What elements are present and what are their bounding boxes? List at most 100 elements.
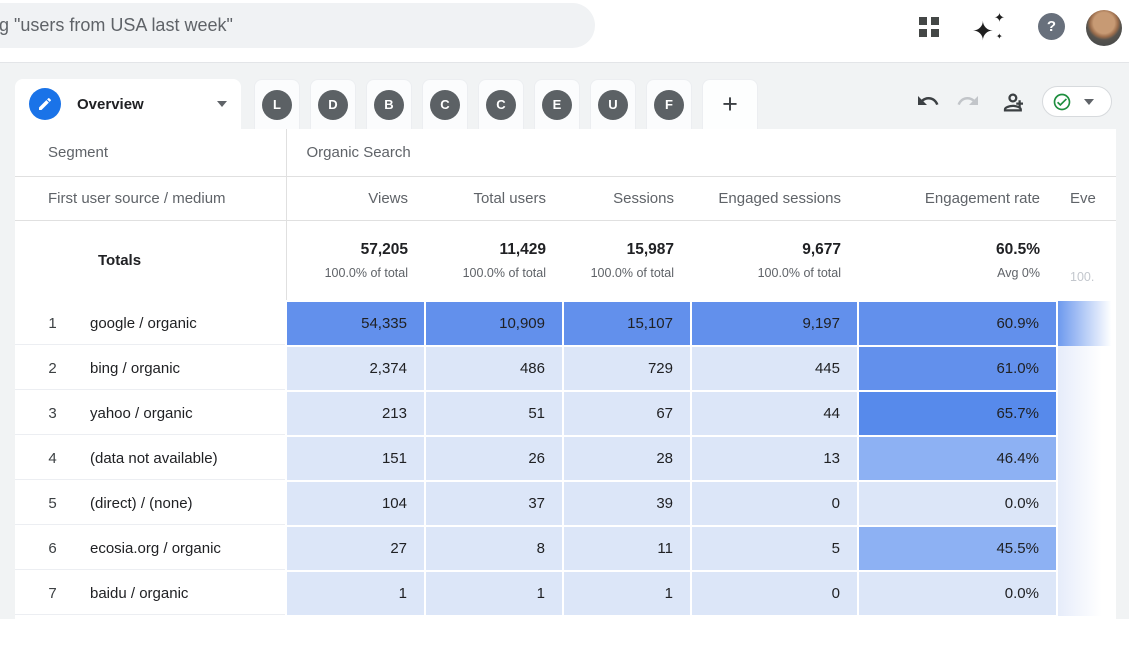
chevron-down-icon — [217, 101, 227, 107]
cell-event-count-clipped — [1057, 346, 1116, 391]
tab-letter: E — [542, 89, 572, 120]
cell-sessions: 39 — [562, 480, 692, 527]
cell-engaged-sessions: 0 — [690, 480, 859, 527]
segment-header: Segment — [15, 129, 287, 177]
cell-views: 213 — [285, 390, 426, 437]
totals-value: 11,429 — [499, 240, 546, 258]
sparkle-large: ✦ — [972, 16, 994, 46]
row-dimension: 6 ecosia.org / organic — [15, 526, 287, 572]
row-label: google / organic — [90, 314, 197, 332]
cell-event-count-clipped — [1057, 436, 1116, 481]
row-rank: 7 — [48, 585, 57, 602]
grid-square — [919, 17, 927, 25]
freeform-table: Segment Organic Search First user source… — [15, 129, 1116, 619]
col-header-engagement-rate[interactable]: Engagement rate — [858, 176, 1057, 221]
add-tab-button[interactable]: + — [702, 79, 758, 129]
tab-u[interactable]: U — [590, 79, 636, 129]
col-header-total-users[interactable]: Total users — [425, 176, 563, 221]
totals-event-count-clipped: 100. — [1057, 220, 1116, 301]
table-row: 3 yahoo / organic 213 51 67 44 65.7% — [15, 390, 1116, 437]
cell-engaged-sessions: 5 — [690, 525, 859, 572]
cell-engaged-sessions: 13 — [690, 435, 859, 482]
row-label: (data not available) — [90, 450, 218, 467]
gemini-sparkle-icon[interactable]: ✦ ✦ ✦ — [972, 10, 1008, 50]
tab-d[interactable]: D — [310, 79, 356, 129]
cell-sessions: 729 — [562, 345, 692, 392]
row-dimension: 3 yahoo / organic — [15, 391, 287, 437]
tab-c1[interactable]: C — [422, 79, 468, 129]
grid-square — [931, 29, 939, 37]
col-header-event-count-clipped[interactable]: Eve — [1057, 176, 1116, 221]
totals-label: Totals — [15, 220, 287, 301]
cell-sessions: 15,107 — [562, 300, 692, 347]
cell-views: 2,374 — [285, 345, 426, 392]
totals-engaged-sessions: 9,677 100.0% of total — [691, 220, 858, 301]
dimension-header[interactable]: First user source / medium — [15, 176, 287, 221]
tab-e[interactable]: E — [534, 79, 580, 129]
search-input[interactable]: g "users from USA last week" — [0, 3, 595, 48]
segment-row: Segment Organic Search — [15, 129, 1116, 177]
top-app-bar: g "users from USA last week" ✦ ✦ ✦ ? — [0, 0, 1129, 62]
column-header-row: First user source / medium Views Total u… — [15, 176, 1116, 221]
tab-l[interactable]: L — [254, 79, 300, 129]
totals-subtext: 100.0% of total — [324, 265, 408, 280]
totals-subtext: Avg 0% — [997, 265, 1040, 280]
cell-engaged-sessions: 9,197 — [690, 300, 859, 347]
sparkle-small: ✦ — [994, 10, 1005, 25]
undo-button[interactable] — [916, 89, 940, 113]
row-dimension: 1 google / organic — [15, 301, 287, 347]
col-header-views[interactable]: Views — [286, 176, 425, 221]
totals-value: 15,987 — [626, 240, 674, 258]
totals-value: 57,205 — [360, 240, 408, 258]
row-dimension: 7 baidu / organic — [15, 571, 287, 617]
cell-event-count-clipped — [1057, 481, 1116, 526]
totals-value: 9,677 — [802, 240, 841, 258]
totals-subtext: 100.0% of total — [590, 265, 674, 280]
tab-letter: L — [262, 89, 292, 120]
row-rank: 1 — [48, 314, 57, 332]
edit-pencil-icon — [29, 88, 61, 120]
cell-event-count-clipped — [1057, 526, 1116, 571]
tab-b[interactable]: B — [366, 79, 412, 129]
tab-f[interactable]: F — [646, 79, 692, 129]
active-tab-label: Overview — [77, 95, 144, 113]
cell-total-users: 26 — [424, 435, 564, 482]
search-query-text: g "users from USA last week" — [0, 15, 233, 35]
segment-value[interactable]: Organic Search — [286, 129, 1116, 177]
row-label: (direct) / (none) — [90, 495, 193, 512]
tab-c2[interactable]: C — [478, 79, 524, 129]
cell-event-count-clipped — [1057, 391, 1116, 436]
share-add-person-button[interactable] — [996, 89, 1024, 113]
google-apps-grid-icon[interactable] — [919, 17, 939, 37]
row-rank: 6 — [48, 540, 57, 557]
chevron-down-icon — [1084, 98, 1094, 105]
table-footer-area — [0, 619, 1129, 666]
totals-subtext: 100.0% of total — [462, 265, 546, 280]
approval-status-button[interactable] — [1042, 86, 1112, 117]
row-label: ecosia.org / organic — [90, 540, 221, 557]
tab-overview-active[interactable]: Overview — [15, 79, 241, 129]
row-label: yahoo / organic — [90, 405, 193, 422]
col-header-engaged-sessions[interactable]: Engaged sessions — [691, 176, 858, 221]
tab-letter: C — [430, 89, 460, 120]
cell-views: 27 — [285, 525, 426, 572]
totals-row: Totals 57,205 100.0% of total 11,429 100… — [15, 220, 1116, 301]
table-row: 5 (direct) / (none) 104 37 39 0 0.0% — [15, 480, 1116, 527]
cell-views: 1 — [285, 570, 426, 617]
cell-total-users: 51 — [424, 390, 564, 437]
row-label: bing / organic — [90, 360, 181, 377]
tab-letter: D — [318, 89, 348, 120]
table-row: 1 google / organic 54,335 10,909 15,107 9… — [15, 300, 1116, 347]
cell-engaged-sessions: 44 — [690, 390, 859, 437]
row-rank: 2 — [48, 360, 57, 377]
redo-button[interactable] — [956, 89, 980, 113]
totals-sessions: 15,987 100.0% of total — [563, 220, 691, 301]
cell-sessions: 67 — [562, 390, 692, 437]
user-avatar[interactable] — [1086, 10, 1122, 46]
ga4-exploration-page: g "users from USA last week" ✦ ✦ ✦ ? Ove… — [0, 0, 1129, 666]
col-header-sessions[interactable]: Sessions — [563, 176, 691, 221]
totals-total-users: 11,429 100.0% of total — [425, 220, 563, 301]
tab-letter: F — [654, 89, 684, 120]
help-icon[interactable]: ? — [1038, 13, 1065, 40]
cell-sessions: 28 — [562, 435, 692, 482]
